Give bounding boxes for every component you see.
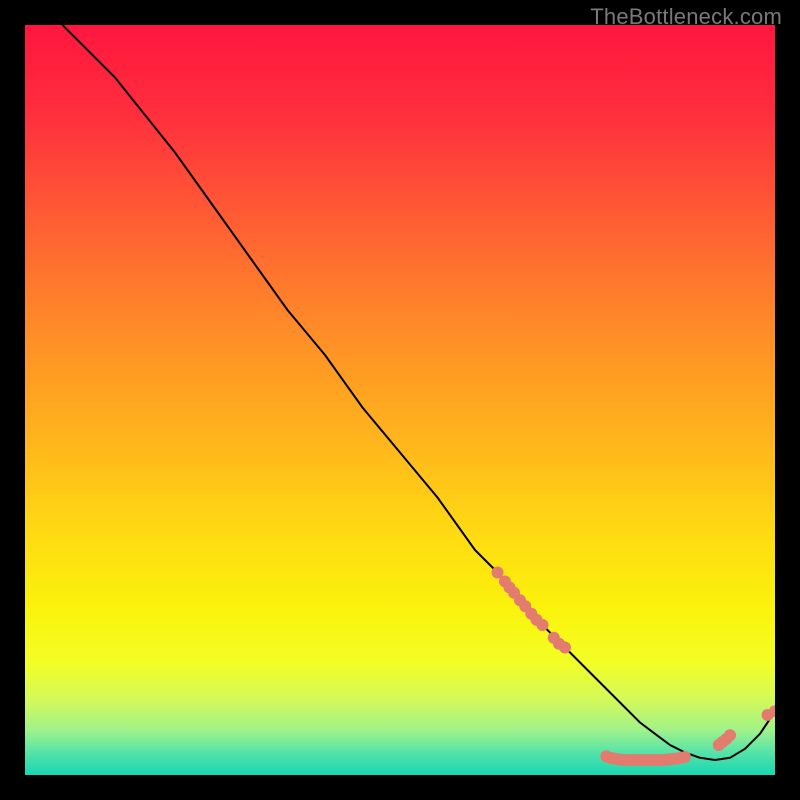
scatter-point	[559, 642, 571, 654]
watermark-text: TheBottleneck.com	[590, 4, 782, 30]
chart-container: TheBottleneck.com	[0, 0, 800, 800]
scatter-point	[679, 751, 691, 763]
bottleneck-curve	[63, 25, 776, 760]
chart-overlay	[25, 25, 775, 775]
marker-cluster	[492, 567, 776, 767]
scatter-point	[537, 619, 549, 631]
scatter-point	[724, 729, 736, 741]
